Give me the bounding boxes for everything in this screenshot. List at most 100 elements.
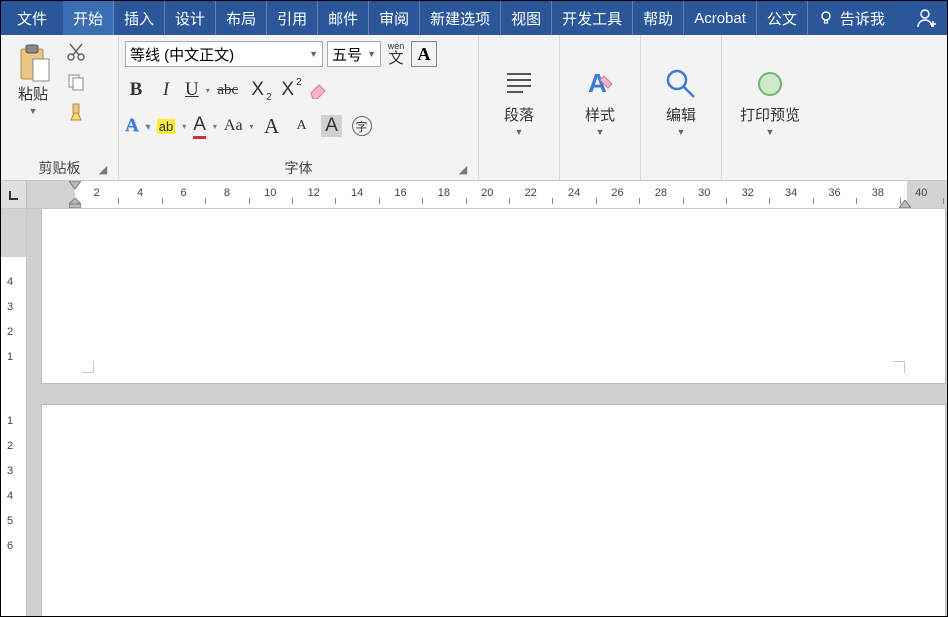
- clipboard-icon: [11, 41, 55, 85]
- ruler-tick: 2: [94, 187, 100, 199]
- ruler-vertical[interactable]: 1234123456: [1, 209, 27, 616]
- paragraph-button[interactable]: 段落 ▼: [493, 60, 545, 139]
- tab-home[interactable]: 开始: [63, 1, 114, 35]
- ruler-tick: 32: [742, 187, 754, 199]
- find-icon: [659, 62, 703, 106]
- ruler-tick: 4: [7, 490, 13, 502]
- work-area: 1234123456: [1, 209, 947, 616]
- bold-button[interactable]: B: [125, 78, 147, 102]
- eraser-icon: [307, 81, 329, 99]
- ruler-tick: 30: [698, 187, 710, 199]
- ruler-tick: 24: [568, 187, 580, 199]
- phonetic-guide-button[interactable]: wén文: [385, 42, 407, 66]
- font-color-button[interactable]: A: [193, 114, 216, 138]
- font-dialog-launcher[interactable]: ◢: [456, 162, 470, 176]
- ruler-tick: 6: [180, 187, 186, 199]
- text-effects-button[interactable]: A: [125, 114, 149, 138]
- group-font-label: 字体: [285, 160, 313, 176]
- highlight-button[interactable]: ab: [157, 114, 185, 138]
- ruler-tick: 1: [7, 351, 13, 363]
- page-1[interactable]: [41, 209, 946, 384]
- indent-marker-top-icon[interactable]: [69, 181, 81, 189]
- ruler-tick: 10: [264, 187, 276, 199]
- styles-button[interactable]: A 样式 ▼: [574, 60, 626, 139]
- tab-layout[interactable]: 布局: [216, 1, 267, 35]
- shrink-font-button[interactable]: A: [291, 114, 313, 138]
- ruler-horizontal[interactable]: 246810121416182022242628303234363840: [1, 181, 947, 209]
- tab-stop-icon: [8, 189, 20, 201]
- group-clipboard-label: 剪贴板: [39, 160, 81, 176]
- ruler-tick: 26: [611, 187, 623, 199]
- tab-insert[interactable]: 插入: [114, 1, 165, 35]
- document-area[interactable]: [27, 209, 947, 616]
- ruler-tick: 20: [481, 187, 493, 199]
- tell-me-search[interactable]: 告诉我: [808, 1, 895, 35]
- group-font: 等线 (中文正文)▼ 五号▼ wén文 A B I U abc X2 X2 A …: [119, 35, 479, 180]
- tab-view[interactable]: 视图: [501, 1, 552, 35]
- share-button[interactable]: [907, 1, 947, 35]
- ruler-tick: 6: [7, 540, 13, 552]
- tab-devtools[interactable]: 开发工具: [552, 1, 633, 35]
- tab-help[interactable]: 帮助: [633, 1, 684, 35]
- ruler-tick: 22: [525, 187, 537, 199]
- clear-formatting-button[interactable]: [307, 78, 329, 102]
- ruler-tick: 28: [655, 187, 667, 199]
- tab-mailings[interactable]: 邮件: [318, 1, 369, 35]
- ruler-tick: 8: [224, 187, 230, 199]
- tab-review[interactable]: 审阅: [369, 1, 420, 35]
- format-painter-button[interactable]: [63, 99, 89, 125]
- page-2[interactable]: [41, 404, 946, 616]
- ribbon: 粘贴 ▼ 剪贴板 ◢ 等线 (中文正文)▼ 五号▼ wén文 A B I U: [1, 35, 947, 181]
- chevron-down-icon: ▼: [515, 127, 524, 137]
- indent-marker-bottom-icon[interactable]: [69, 198, 81, 208]
- print-preview-button[interactable]: 打印预览 ▼: [736, 60, 804, 139]
- cut-button[interactable]: [63, 39, 89, 65]
- ruler-tick: 4: [137, 187, 143, 199]
- lightbulb-icon: [818, 10, 834, 26]
- tab-gongwen[interactable]: 公文: [757, 1, 808, 35]
- styles-icon: A: [578, 62, 622, 106]
- copy-button[interactable]: [63, 69, 89, 95]
- ruler-tick: 3: [7, 465, 13, 477]
- chevron-down-icon: ▼: [596, 127, 605, 137]
- strikethrough-button[interactable]: abc: [217, 78, 239, 102]
- grow-font-button[interactable]: A: [261, 114, 283, 138]
- font-name-combo[interactable]: 等线 (中文正文)▼: [125, 41, 323, 67]
- tab-design[interactable]: 设计: [165, 1, 216, 35]
- indent-marker-right-icon[interactable]: [899, 200, 911, 208]
- ruler-tick: 2: [7, 440, 13, 452]
- brush-icon: [66, 102, 86, 122]
- circle-icon: [748, 62, 792, 106]
- italic-button[interactable]: I: [155, 78, 177, 102]
- scissors-icon: [66, 42, 86, 62]
- tab-references[interactable]: 引用: [267, 1, 318, 35]
- change-case-button[interactable]: Aa: [224, 114, 253, 138]
- person-add-icon: [916, 7, 938, 29]
- chevron-down-icon: ▼: [677, 127, 686, 137]
- ruler-tick: 4: [7, 276, 13, 288]
- paste-button[interactable]: 粘贴 ▼: [7, 39, 59, 118]
- char-shading-button[interactable]: A: [321, 114, 343, 138]
- ruler-tick: 12: [308, 187, 320, 199]
- tab-file[interactable]: 文件: [1, 1, 63, 35]
- subscript-button[interactable]: X2: [247, 78, 269, 102]
- ruler-tick: 34: [785, 187, 797, 199]
- ruler-tick: 2: [7, 326, 13, 338]
- ruler-tick: 40: [915, 187, 927, 199]
- font-size-combo[interactable]: 五号▼: [327, 41, 381, 67]
- ruler-tick: 38: [872, 187, 884, 199]
- editing-button[interactable]: 编辑 ▼: [655, 60, 707, 139]
- clipboard-dialog-launcher[interactable]: ◢: [96, 162, 110, 176]
- copy-icon: [66, 72, 86, 92]
- ruler-tick: 1: [7, 415, 13, 427]
- enclose-chars-button[interactable]: 字: [351, 114, 373, 138]
- tab-selector[interactable]: [1, 181, 27, 208]
- char-border-button[interactable]: A: [411, 41, 437, 67]
- underline-button[interactable]: U: [185, 78, 209, 102]
- tab-newtab[interactable]: 新建选项: [420, 1, 501, 35]
- tab-acrobat[interactable]: Acrobat: [684, 1, 757, 35]
- paragraph-icon: [497, 62, 541, 106]
- group-print-preview: 打印预览 ▼: [722, 35, 818, 180]
- superscript-button[interactable]: X2: [277, 78, 299, 102]
- group-styles: A 样式 ▼: [560, 35, 641, 180]
